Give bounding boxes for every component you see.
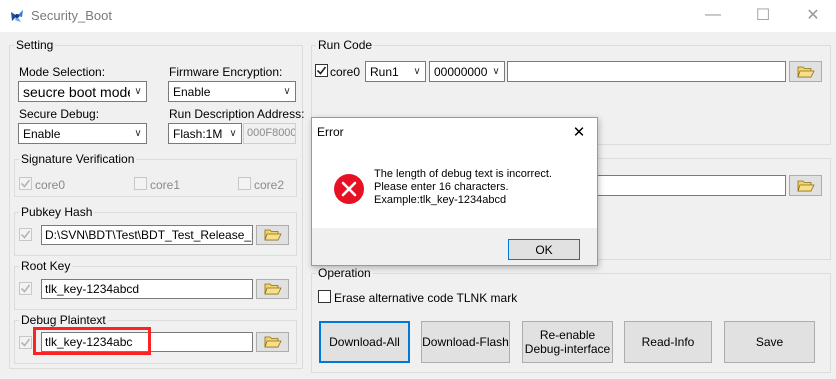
- folder-open-icon: [263, 336, 282, 348]
- signature-core2-checkbox[interactable]: [238, 177, 251, 190]
- app-icon: [11, 10, 23, 22]
- close-button[interactable]: ✕: [790, 0, 836, 30]
- error-dialog-title: Error: [317, 125, 344, 139]
- signature-core0-checkbox[interactable]: [19, 177, 32, 190]
- error-message-line1: The length of debug text is incorrect.: [374, 168, 552, 180]
- run-code-title: Run Code: [316, 38, 375, 52]
- error-dialog-ok-button[interactable]: OK: [508, 239, 580, 260]
- secure-debug-value: Enable: [23, 126, 61, 141]
- folder-open-icon: [263, 229, 282, 241]
- window-title: Security_Boot: [31, 8, 112, 23]
- debug-plaintext-checkbox[interactable]: [19, 336, 32, 349]
- run-description-address-field[interactable]: 000F8000: [243, 123, 296, 144]
- flash-size-value: Flash:1M: [173, 126, 223, 141]
- chevron-down-icon: ∨: [283, 86, 291, 97]
- read-info-button[interactable]: Read-Info: [624, 321, 712, 363]
- read-info-label: Read-Info: [641, 335, 695, 349]
- folder-open-icon: [796, 180, 815, 191]
- operation-title: Operation: [316, 266, 373, 280]
- run-description-address-label: Run Description Address:: [169, 107, 305, 121]
- checkmark-icon: [20, 284, 31, 293]
- reenable-debug-interface-button[interactable]: Re-enable Debug-interface: [522, 321, 613, 363]
- erase-tlnk-label: Erase alternative code TLNK mark: [334, 291, 518, 305]
- error-dialog-close-button[interactable]: ✕: [567, 121, 591, 143]
- mode-selection-dropdown[interactable]: seucre boot mode ∨: [18, 81, 147, 102]
- run-code-path-field[interactable]: [507, 61, 786, 82]
- chevron-down-icon: ∨: [413, 66, 421, 77]
- chevron-down-icon: ∨: [134, 128, 142, 139]
- firmware-encryption-label: Firmware Encryption:: [169, 65, 283, 79]
- root-key-title: Root Key: [19, 259, 73, 273]
- root-key-browse-button[interactable]: [256, 279, 289, 299]
- debug-plaintext-highlight: [33, 327, 151, 355]
- secure-debug-label: Secure Debug:: [19, 107, 100, 121]
- secure-debug-dropdown[interactable]: Enable ∨: [18, 123, 147, 144]
- save-label: Save: [755, 335, 784, 349]
- run-mode-dropdown[interactable]: Run1 ∨: [365, 61, 426, 82]
- pubkey-hash-path-field[interactable]: D:\SVN\BDT\Test\BDT_Test_Release_5.7.4: [41, 225, 253, 245]
- signature-core2-label: core2: [254, 178, 285, 192]
- erase-tlnk-checkbox[interactable]: [318, 290, 331, 303]
- error-icon: [334, 174, 364, 204]
- pubkey-hash-browse-button[interactable]: [256, 225, 289, 245]
- secondary-path-field[interactable]: [597, 175, 786, 196]
- root-key-field[interactable]: tlk_key-1234abcd: [41, 279, 253, 299]
- error-dialog: Error ✕ The length of debug text is inco…: [311, 117, 598, 266]
- signature-core1-checkbox[interactable]: [134, 177, 147, 190]
- run-code-core0-label: core0: [330, 65, 361, 79]
- save-button[interactable]: Save: [724, 321, 815, 363]
- pubkey-hash-title: Pubkey Hash: [19, 205, 95, 219]
- checkmark-icon: [316, 66, 327, 75]
- checkmark-icon: [20, 338, 31, 347]
- firmware-encryption-value: Enable: [173, 84, 211, 99]
- signature-verification-title: Signature Verification: [19, 152, 137, 166]
- error-dialog-titlebar: Error ✕: [312, 118, 597, 146]
- chevron-down-icon: ∨: [492, 66, 500, 77]
- chevron-down-icon: ∨: [229, 128, 237, 139]
- run-address-dropdown[interactable]: 00000000 ∨: [429, 61, 505, 82]
- main-client-area: Setting Mode Selection: seucre boot mode…: [0, 32, 836, 379]
- root-key-checkbox[interactable]: [19, 282, 32, 295]
- flash-size-dropdown[interactable]: Flash:1M ∨: [168, 123, 242, 144]
- debug-plaintext-title: Debug Plaintext: [19, 313, 108, 327]
- setting-group-title: Setting: [14, 38, 56, 52]
- reenable-label-line2: Debug-interface: [524, 342, 611, 356]
- download-flash-label: Download-Flash: [422, 335, 509, 349]
- signature-core0-label: core0: [35, 178, 66, 192]
- reenable-label-line1: Re-enable: [539, 328, 596, 342]
- run-code-browse-button[interactable]: [789, 61, 822, 82]
- debug-plaintext-browse-button[interactable]: [256, 332, 289, 352]
- run-address-value: 00000000: [434, 64, 488, 79]
- error-message-line2: Please enter 16 characters.: [374, 181, 509, 193]
- checkmark-icon: [20, 230, 31, 239]
- mode-selection-value: seucre boot mode: [23, 83, 130, 100]
- window-titlebar: Security_Boot — ☐ ✕: [0, 0, 836, 32]
- minimize-button[interactable]: —: [690, 0, 736, 30]
- download-all-label: Download-All: [329, 335, 400, 349]
- folder-open-icon: [263, 283, 282, 295]
- run-code-core0-checkbox[interactable]: [315, 64, 328, 77]
- chevron-down-icon: ∨: [134, 86, 142, 97]
- folder-open-icon: [796, 66, 815, 77]
- download-flash-button[interactable]: Download-Flash: [421, 321, 510, 363]
- pubkey-hash-checkbox[interactable]: [19, 228, 32, 241]
- maximize-button[interactable]: ☐: [740, 0, 786, 30]
- firmware-encryption-dropdown[interactable]: Enable ∨: [168, 81, 296, 102]
- error-message-line3: Example:tlk_key-1234abcd: [374, 194, 507, 206]
- error-dialog-body: The length of debug text is incorrect. P…: [312, 146, 597, 228]
- mode-selection-label: Mode Selection:: [19, 65, 106, 79]
- checkmark-icon: [20, 179, 31, 188]
- secondary-browse-button[interactable]: [789, 175, 822, 196]
- error-dialog-message: The length of debug text is incorrect. P…: [374, 168, 552, 207]
- download-all-button[interactable]: Download-All: [319, 321, 410, 363]
- ok-label: OK: [535, 242, 553, 257]
- signature-core1-label: core1: [150, 178, 181, 192]
- run-mode-value: Run1: [370, 64, 399, 79]
